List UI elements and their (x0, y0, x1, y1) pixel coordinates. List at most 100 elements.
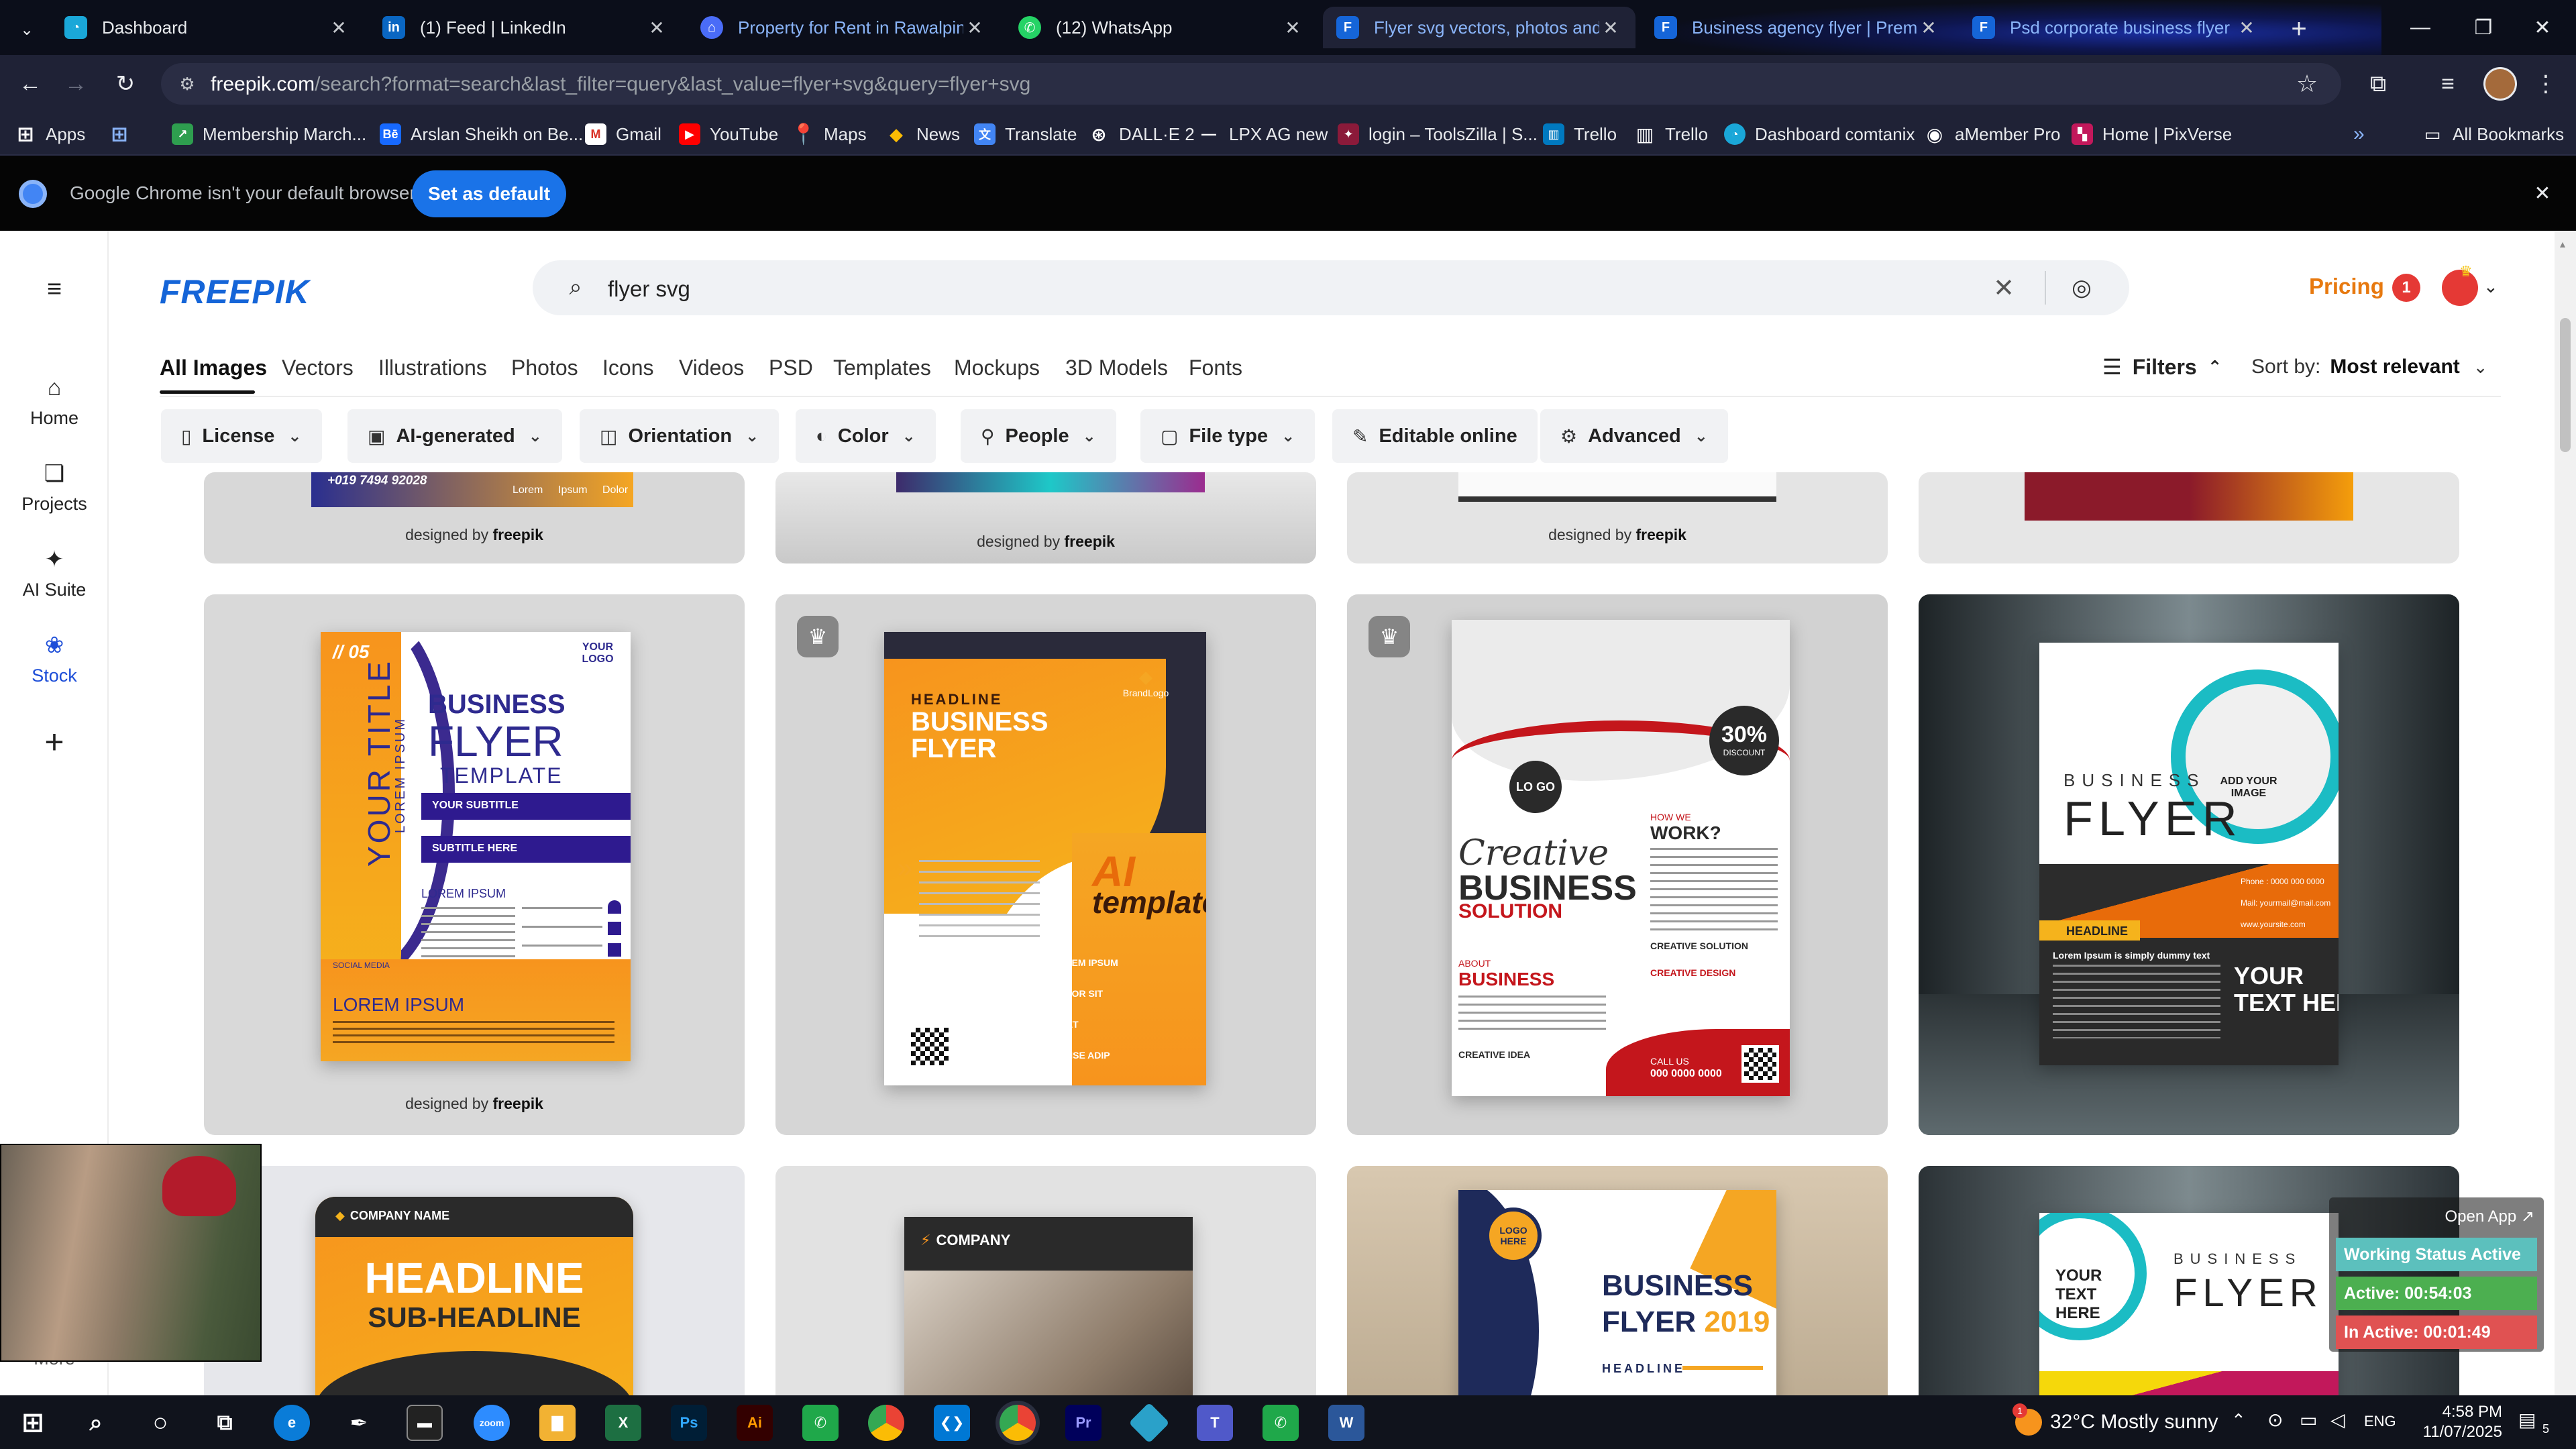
tab-templates[interactable]: Templates (833, 356, 931, 380)
sort-dropdown[interactable]: Sort by: Most relevant ⌄ (2251, 356, 2488, 378)
task-view-icon[interactable]: ⧉ (207, 1405, 243, 1441)
filter-file-type[interactable]: ▢ File type ⌄ (1140, 409, 1316, 463)
tab-business-agency[interactable]: F Business agency flyer | Premium ✕ (1641, 7, 1953, 48)
chrome-menu-icon[interactable]: ⋮ (2529, 67, 2563, 101)
result-card[interactable] (1919, 472, 2459, 564)
result-card[interactable]: // 05 YOUR LOGO YOUR TITLE LOREM IPSUM B… (204, 594, 745, 1135)
bookmark-trello-2[interactable]: ▥ Trello (1634, 121, 1708, 148)
nav-projects[interactable]: ❏ Projects (0, 459, 109, 515)
tab-linkedin[interactable]: in (1) Feed | LinkedIn ✕ (369, 7, 682, 48)
tray-chevron-up-icon[interactable]: ⌃ (2231, 1410, 2246, 1431)
scroll-up-icon[interactable]: ▴ (2560, 237, 2565, 251)
filters-toggle[interactable]: ☰ Filters ⌃ (2102, 354, 2222, 380)
vscode-icon[interactable]: ❮❯ (934, 1405, 970, 1441)
bookmark-trello-1[interactable]: ▥ Trello (1543, 121, 1617, 148)
filter-advanced[interactable]: ⚙ Advanced ⌄ (1540, 409, 1728, 463)
site-info-icon[interactable]: ⚙ (176, 72, 199, 95)
bookmark-toolszilla[interactable]: ✦ login – ToolsZilla | S... (1338, 121, 1538, 148)
result-card[interactable]: ⚡ COMPANY (775, 1166, 1316, 1395)
bookmark-pixverse[interactable]: ▚ Home | PixVerse (2072, 121, 2232, 148)
close-icon[interactable]: ✕ (1281, 16, 1304, 39)
teams-icon[interactable]: T (1197, 1405, 1233, 1441)
tab-search-chevron-icon[interactable]: ⌄ (13, 16, 40, 43)
bookmark-tab-search[interactable]: ⊞ (109, 121, 140, 148)
tab-fonts[interactable]: Fonts (1189, 356, 1242, 380)
reload-icon[interactable]: ↻ (109, 67, 142, 101)
open-app-link[interactable]: Open App ↗ (2445, 1207, 2534, 1226)
search-icon[interactable]: ⌕ (78, 1405, 114, 1441)
scrollbar-thumb[interactable] (2560, 318, 2571, 452)
close-icon[interactable]: ✕ (2529, 180, 2556, 207)
phone-app-icon[interactable]: ✆ (802, 1405, 839, 1441)
tab-vectors[interactable]: Vectors (282, 356, 354, 380)
bookmark-comtanix[interactable]: ◔ Dashboard comtanix (1724, 121, 1915, 148)
bookmark-youtube[interactable]: ▶ YouTube (679, 121, 778, 148)
all-bookmarks[interactable]: ▭ All Bookmarks (2422, 121, 2564, 148)
edge-icon[interactable]: e (274, 1405, 310, 1441)
result-card[interactable]: ADD YOUR IMAGE BUSINESS FLYER Phone : 00… (1919, 594, 2459, 1135)
bookmark-maps[interactable]: 📍 Maps (791, 121, 866, 148)
tab-mockups[interactable]: Mockups (954, 356, 1040, 380)
bookmark-gmail[interactable]: M Gmail (585, 121, 661, 148)
set-default-button[interactable]: Set as default (412, 170, 566, 217)
close-icon[interactable]: ✕ (645, 16, 668, 39)
tab-illustrations[interactable]: Illustrations (378, 356, 487, 380)
terminal-icon[interactable]: ▬ (407, 1405, 443, 1441)
tab-property[interactable]: ⌂ Property for Rent in Rawalpindi ✕ (687, 7, 1000, 48)
filter-license[interactable]: ▯ License ⌄ (161, 409, 322, 463)
picture-in-picture-video[interactable] (0, 1144, 262, 1362)
profile-avatar[interactable] (2483, 67, 2517, 101)
bookmark-lpx[interactable]: — LPX AG new (1198, 121, 1328, 148)
extensions-icon[interactable]: ⧉ (2361, 67, 2395, 101)
tab-all-images[interactable]: All Images (160, 356, 267, 380)
illustrator-icon[interactable]: Ai (737, 1405, 773, 1441)
back-arrow-icon[interactable]: ← (13, 67, 47, 101)
new-tab-button[interactable]: + (2284, 13, 2314, 44)
close-icon[interactable]: ✕ (2235, 16, 2258, 39)
chrome-icon[interactable] (868, 1405, 904, 1441)
more-bookmarks-chevron-icon[interactable]: » (2353, 121, 2365, 148)
network-icon[interactable]: ▭ (2300, 1409, 2317, 1431)
volume-icon[interactable]: ◁ (2330, 1409, 2345, 1431)
file-explorer-icon[interactable]: ▇ (539, 1405, 576, 1441)
chrome-active-icon[interactable] (1000, 1405, 1036, 1441)
filter-ai-generated[interactable]: ▣ AI-generated ⌄ (347, 409, 562, 463)
filter-people[interactable]: ⚲ People ⌄ (961, 409, 1116, 463)
notification-badge[interactable]: 1 (2392, 274, 2420, 302)
pen-icon[interactable]: ✒ (341, 1405, 377, 1441)
pricing-link[interactable]: Pricing (2309, 274, 2384, 299)
tab-flyer-svg[interactable]: F Flyer svg vectors, photos and P ✕ (1323, 7, 1635, 48)
tab-videos[interactable]: Videos (679, 356, 744, 380)
result-card[interactable]: ♛ HEADLINE BUSINESS FLYER ◆ BrandLogo AI … (775, 594, 1316, 1135)
photoshop-icon[interactable]: Ps (671, 1405, 707, 1441)
chevron-down-icon[interactable]: ⌄ (2483, 276, 2498, 297)
tab-icons[interactable]: Icons (602, 356, 653, 380)
tab-photos[interactable]: Photos (511, 356, 578, 380)
result-card[interactable]: designed by freepik (775, 472, 1316, 564)
camera-search-icon[interactable]: ◎ (2066, 272, 2097, 303)
reading-list-icon[interactable]: ≡ (2431, 67, 2465, 101)
bookmark-arslan[interactable]: Bē Arslan Sheikh on Be... (380, 121, 583, 148)
windows-start-icon[interactable]: ⊞ (15, 1405, 51, 1441)
app-diamond-icon[interactable] (1128, 1402, 1170, 1444)
tab-psd-corporate[interactable]: F Psd corporate business flyer de ✕ (1959, 7, 2271, 48)
result-card[interactable]: LOGO HERE BUSINESS FLYER 2019 HEADLINE (1347, 1166, 1888, 1395)
filter-color[interactable]: ◐ Color ⌄ (796, 409, 936, 463)
phone-app-icon[interactable]: ✆ (1263, 1405, 1299, 1441)
excel-icon[interactable]: X (605, 1405, 641, 1441)
result-card[interactable]: ♛ LO GO 30% DISCOUNT Creative BUSINESS S… (1347, 594, 1888, 1135)
nav-ai-suite[interactable]: ✦ AI Suite (0, 545, 109, 600)
address-bar[interactable]: ⚙ freepik.com/search?format=search&last_… (161, 63, 2341, 105)
search-input[interactable]: ⌕ flyer svg ✕ ◎ (533, 260, 2129, 315)
tab-dashboard[interactable]: ◔ Dashboard ✕ (51, 7, 364, 48)
cortana-icon[interactable]: ○ (142, 1405, 178, 1441)
close-icon[interactable]: ✕ (327, 16, 350, 39)
tab-whatsapp[interactable]: ✆ (12) WhatsApp ✕ (1005, 7, 1318, 48)
tab-psd[interactable]: PSD (769, 356, 813, 380)
zoom-icon[interactable]: zoom (474, 1405, 510, 1441)
clear-search-icon[interactable]: ✕ (1988, 272, 2019, 303)
bookmark-amember[interactable]: ◉ aMember Pro (1924, 121, 2061, 148)
language-indicator[interactable]: ENG (2364, 1413, 2396, 1430)
bookmark-translate[interactable]: 文 Translate (974, 121, 1077, 148)
tab-3d-models[interactable]: 3D Models (1065, 356, 1168, 380)
